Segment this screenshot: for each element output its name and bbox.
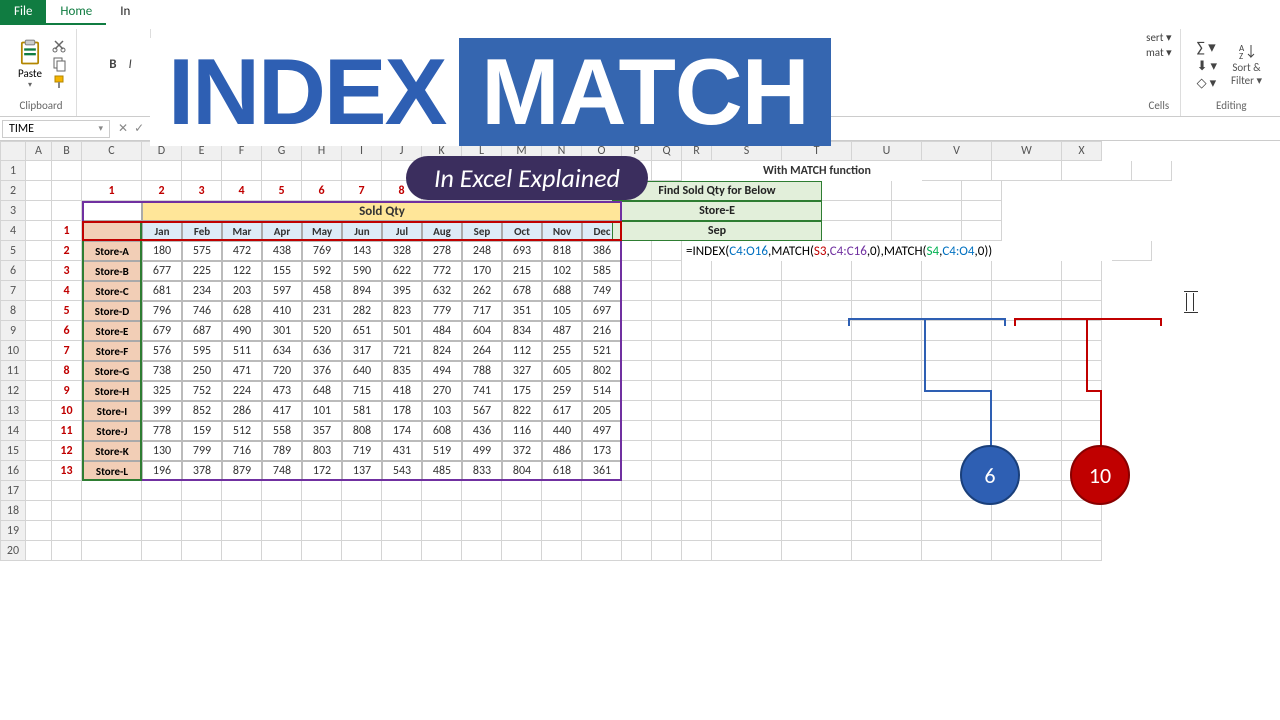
clear-icon[interactable]: ◇ ▾ — [1197, 76, 1217, 91]
copy-icon[interactable] — [52, 56, 68, 72]
col-header-A[interactable]: A — [26, 141, 52, 161]
enter-formula-icon[interactable]: ✓ — [134, 121, 144, 136]
tab-home[interactable]: Home — [46, 0, 106, 25]
row-header-2[interactable]: 2 — [0, 181, 26, 201]
row-header-3[interactable]: 3 — [0, 201, 26, 221]
fill-icon[interactable]: ⬇ ▾ — [1197, 59, 1217, 74]
select-all-corner[interactable] — [0, 141, 26, 161]
row-headers: 1234567891011121314151617181920 — [0, 161, 26, 561]
row-header-19[interactable]: 19 — [0, 521, 26, 541]
row-header-14[interactable]: 14 — [0, 421, 26, 441]
name-box[interactable]: TIME ▾ — [2, 120, 110, 138]
editing-group-label: Editing — [1216, 97, 1247, 114]
group-clipboard: Paste ▾ Clipboard — [6, 29, 77, 116]
row-header-1[interactable]: 1 — [0, 161, 26, 181]
title-match: MATCH — [459, 38, 830, 146]
group-editing: ∑ ▾ ⬇ ▾ ◇ ▾ AZ Sort &Filter ▾ Editing — [1189, 29, 1274, 116]
row-header-9[interactable]: 9 — [0, 321, 26, 341]
row-header-11[interactable]: 11 — [0, 361, 26, 381]
format-painter-icon[interactable] — [52, 74, 68, 90]
row-header-16[interactable]: 16 — [0, 461, 26, 481]
bold-button[interactable]: B — [105, 55, 120, 74]
row-header-6[interactable]: 6 — [0, 261, 26, 281]
clipboard-label: Clipboard — [19, 97, 62, 114]
row-header-18[interactable]: 18 — [0, 501, 26, 521]
italic-button[interactable]: I — [125, 55, 136, 74]
row-header-20[interactable]: 20 — [0, 541, 26, 561]
col-header-C[interactable]: C — [82, 141, 142, 161]
group-font: B I — [91, 29, 151, 116]
sort-filter-button[interactable]: AZ Sort &Filter ▾ — [1227, 39, 1266, 89]
tutorial-subtitle: In Excel Explained — [406, 156, 648, 200]
tab-insert[interactable]: In — [106, 0, 144, 25]
result-circle-blue: 6 — [960, 445, 1020, 505]
row-header-7[interactable]: 7 — [0, 281, 26, 301]
cut-icon[interactable] — [52, 38, 68, 54]
row-header-5[interactable]: 5 — [0, 241, 26, 261]
svg-text:Z: Z — [1239, 51, 1243, 61]
title-index: INDEX — [150, 38, 463, 146]
row-header-12[interactable]: 12 — [0, 381, 26, 401]
text-cursor-icon — [1186, 293, 1194, 311]
result-circle-red: 10 — [1070, 445, 1130, 505]
row-header-17[interactable]: 17 — [0, 481, 26, 501]
name-box-value: TIME — [9, 122, 34, 136]
row-header-13[interactable]: 13 — [0, 401, 26, 421]
row-header-10[interactable]: 10 — [0, 341, 26, 361]
row-header-8[interactable]: 8 — [0, 301, 26, 321]
row-header-15[interactable]: 15 — [0, 441, 26, 461]
cancel-formula-icon[interactable]: ✕ — [118, 121, 128, 136]
paste-label: Paste — [18, 67, 42, 80]
autosum-icon[interactable]: ∑ ▾ — [1197, 38, 1217, 57]
tutorial-title-overlay: INDEX MATCH — [150, 22, 1160, 162]
paste-button[interactable]: Paste ▾ — [14, 37, 46, 92]
tab-file[interactable]: File — [0, 0, 46, 25]
col-header-B[interactable]: B — [52, 141, 82, 161]
row-header-4[interactable]: 4 — [0, 221, 26, 241]
